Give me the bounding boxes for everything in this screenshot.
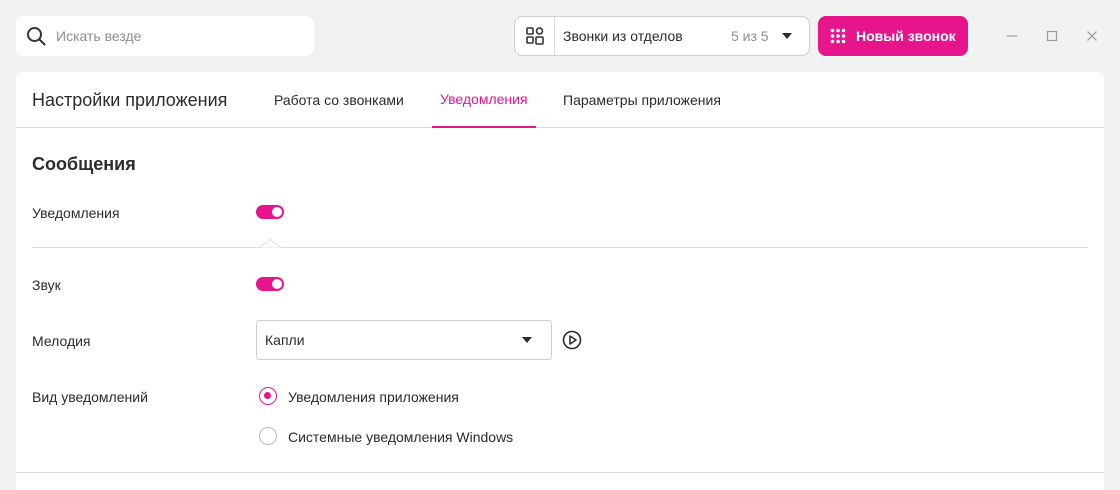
settings-header: Настройки приложения Работа со звонками …: [16, 72, 1104, 128]
radio-windows-notifications[interactable]: [259, 427, 277, 445]
divider: [16, 472, 1104, 473]
chevron-down-icon: [522, 337, 532, 343]
tab-notifications-label: Уведомления: [440, 91, 528, 107]
dialpad-icon: [830, 28, 846, 44]
departments-icon: [515, 17, 555, 55]
search-box[interactable]: [16, 16, 314, 56]
notifications-toggle[interactable]: [256, 205, 284, 219]
toggle-knob: [272, 279, 282, 289]
notification-type-label: Вид уведомлений: [32, 389, 148, 405]
toggle-knob: [272, 207, 282, 217]
melody-value: Капли: [265, 332, 305, 348]
maximize-button[interactable]: [1042, 26, 1062, 46]
tab-calls-label: Работа со звонками: [274, 92, 404, 108]
divider: [32, 247, 1088, 248]
sound-toggle[interactable]: [256, 277, 284, 291]
chevron-down-icon[interactable]: [781, 32, 793, 40]
melody-label: Мелодия: [32, 333, 91, 349]
pointer-notch-icon: [259, 239, 281, 248]
minimize-button[interactable]: [1002, 26, 1022, 46]
sound-label: Звук: [32, 277, 61, 293]
melody-select[interactable]: Капли: [256, 320, 552, 360]
page-title: Настройки приложения: [32, 90, 228, 110]
close-icon: [1087, 31, 1097, 41]
radio-windows-notifications-label[interactable]: Системные уведомления Windows: [288, 429, 513, 445]
radio-app-notifications[interactable]: [259, 387, 277, 405]
close-button[interactable]: [1082, 26, 1102, 46]
departments-selector[interactable]: Звонки из отделов 5 из 5: [514, 16, 810, 56]
radio-app-notifications-label[interactable]: Уведомления приложения: [288, 389, 459, 405]
notifications-label: Уведомления: [32, 205, 120, 221]
top-bar: Звонки из отделов 5 из 5 Новый звонок: [0, 0, 1120, 72]
search-icon: [27, 27, 46, 46]
settings-panel: Настройки приложения Работа со звонками …: [16, 72, 1104, 490]
section-title: Сообщения: [32, 154, 136, 174]
tab-app-parameters-label: Параметры приложения: [563, 92, 721, 108]
play-melody-icon[interactable]: [562, 330, 582, 350]
new-call-button[interactable]: Новый звонок: [818, 16, 968, 56]
search-input[interactable]: [56, 28, 296, 44]
tab-calls[interactable]: Работа со звонками: [274, 72, 404, 128]
new-call-label: Новый звонок: [856, 28, 956, 44]
minimize-icon: [1007, 35, 1017, 37]
departments-count: 5 из 5: [731, 28, 769, 44]
tab-notifications[interactable]: Уведомления: [432, 72, 536, 128]
tab-app-parameters[interactable]: Параметры приложения: [563, 72, 721, 128]
departments-label: Звонки из отделов: [563, 28, 683, 44]
maximize-icon: [1046, 30, 1058, 42]
